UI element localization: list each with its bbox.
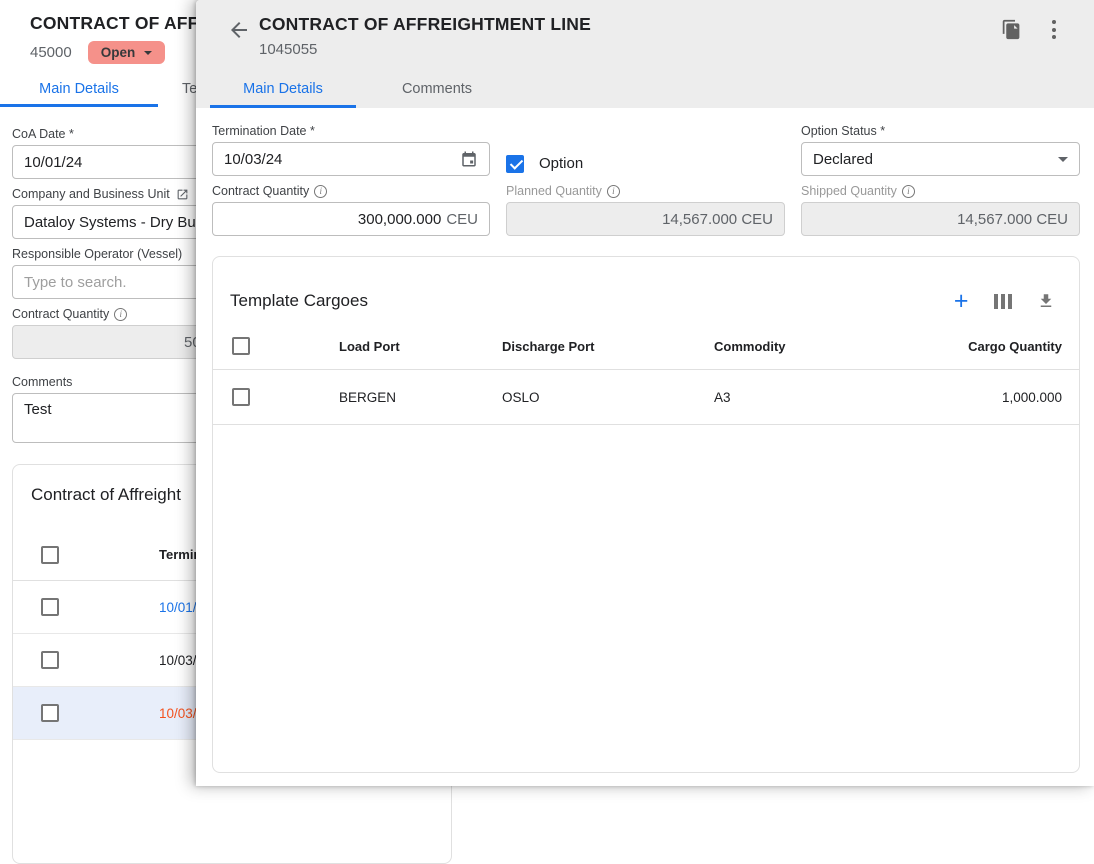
- template-cargoes-table-header: Load Port Discharge Port CommodityCargo …: [213, 323, 1079, 370]
- add-cargo-icon[interactable]: +: [954, 291, 969, 311]
- coa-line-detail-panel: CONTRACT OF AFFREIGHTMENT LINE 1045055 M…: [196, 0, 1094, 786]
- termination-date-link[interactable]: 10/01/: [159, 600, 197, 615]
- column-header-commodity: CommodityCargo Quantity: [714, 339, 1079, 354]
- discharge-port-cell: OSLO: [502, 390, 714, 405]
- option-checkbox[interactable]: [506, 155, 524, 173]
- copy-icon[interactable]: [1001, 19, 1022, 40]
- cargo-quantity-cell: 1,000.000: [1002, 390, 1079, 405]
- download-icon[interactable]: [1037, 292, 1055, 310]
- row-checkbox[interactable]: [41, 651, 59, 669]
- panel-tabs: Main Details Comments: [210, 72, 518, 108]
- termination-date-label: Termination Date *: [212, 124, 490, 138]
- shipped-quantity-readonly: 14,567.000 CEU: [801, 202, 1080, 236]
- termination-date-input[interactable]: 10/03/24: [212, 142, 490, 176]
- option-status-select[interactable]: Declared: [801, 142, 1080, 176]
- termination-date-link[interactable]: 10/03/: [159, 706, 197, 721]
- row-checkbox[interactable]: [41, 704, 59, 722]
- option-status-label: Option Status *: [801, 124, 1080, 138]
- contract-quantity-label: Contract Quantity i: [212, 184, 490, 198]
- template-cargoes-title: Template Cargoes: [230, 291, 368, 311]
- shipped-quantity-label: Shipped Quantity i: [801, 184, 1080, 198]
- template-cargoes-card: Template Cargoes + Load Port Discharge P…: [212, 256, 1080, 773]
- info-icon: i: [607, 185, 620, 198]
- column-header-cargo-quantity: Cargo Quantity: [968, 339, 1079, 354]
- column-header-load-port: Load Port: [339, 339, 502, 354]
- select-all-checkbox[interactable]: [232, 337, 250, 355]
- column-header-discharge-port: Discharge Port: [502, 339, 714, 354]
- select-all-checkbox[interactable]: [41, 546, 59, 564]
- table-row[interactable]: BERGEN OSLO A31,000.000: [213, 370, 1079, 425]
- planned-quantity-readonly: 14,567.000 CEU: [506, 202, 785, 236]
- contract-quantity-input[interactable]: 300,000.000 CEU: [212, 202, 490, 236]
- columns-icon[interactable]: [994, 294, 1013, 309]
- planned-quantity-label: Planned Quantity i: [506, 184, 785, 198]
- tab-comments[interactable]: Comments: [356, 72, 518, 108]
- back-arrow-icon[interactable]: [227, 18, 251, 42]
- info-icon: i: [314, 185, 327, 198]
- info-icon: i: [114, 308, 127, 321]
- row-checkbox[interactable]: [232, 388, 250, 406]
- panel-header: CONTRACT OF AFFREIGHTMENT LINE 1045055 M…: [196, 0, 1094, 108]
- status-badge[interactable]: Open: [88, 41, 166, 64]
- tab-main-details[interactable]: Main Details: [0, 73, 158, 107]
- open-in-new-icon[interactable]: [176, 188, 189, 201]
- load-port-cell: BERGEN: [339, 390, 502, 405]
- termination-date-link[interactable]: 10/03/: [159, 653, 197, 668]
- tab-main-details[interactable]: Main Details: [210, 72, 356, 108]
- panel-title: CONTRACT OF AFFREIGHTMENT LINE: [259, 14, 591, 35]
- calendar-icon[interactable]: [460, 150, 478, 168]
- commodity-cell: A31,000.000: [714, 390, 1079, 405]
- chevron-down-icon: [144, 51, 152, 55]
- record-id: 45000: [30, 44, 72, 61]
- panel-record-id: 1045055: [259, 41, 317, 58]
- kebab-menu-icon[interactable]: [1050, 18, 1058, 41]
- option-label: Option: [539, 155, 583, 172]
- status-badge-label: Open: [101, 45, 136, 60]
- info-icon: i: [902, 185, 915, 198]
- unit-suffix: CEU: [446, 211, 478, 228]
- row-checkbox[interactable]: [41, 598, 59, 616]
- chevron-down-icon: [1058, 157, 1068, 162]
